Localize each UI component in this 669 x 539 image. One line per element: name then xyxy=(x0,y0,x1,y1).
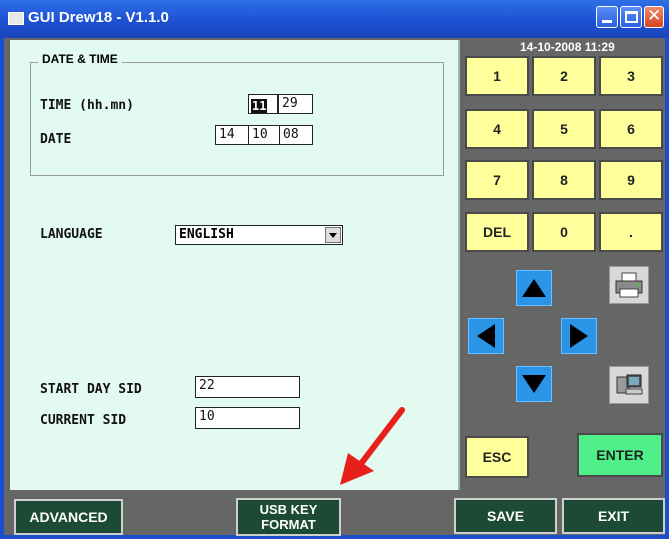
arrow-down-icon xyxy=(522,375,546,393)
key-1[interactable]: 1 xyxy=(465,56,529,96)
date-label: DATE xyxy=(40,132,72,147)
language-select[interactable]: ENGLISH xyxy=(175,225,343,245)
key-3[interactable]: 3 xyxy=(599,56,663,96)
key-del[interactable]: DEL xyxy=(465,212,529,252)
date-time-group-label: DATE & TIME xyxy=(38,52,122,66)
key-7[interactable]: 7 xyxy=(465,160,529,200)
computer-icon xyxy=(616,374,643,395)
key-5[interactable]: 5 xyxy=(532,109,596,149)
time-minutes-field[interactable]: 29 xyxy=(278,94,313,114)
date-month-field[interactable]: 10 xyxy=(248,125,280,145)
date-day-field[interactable]: 14 xyxy=(215,125,249,145)
arrow-down-button[interactable] xyxy=(516,366,552,402)
key-0[interactable]: 0 xyxy=(532,212,596,252)
close-icon: ✕ xyxy=(647,6,662,26)
key-8[interactable]: 8 xyxy=(532,160,596,200)
key-6[interactable]: 6 xyxy=(599,109,663,149)
start-day-sid-label: START DAY SID xyxy=(40,382,142,397)
usb-key-format-button[interactable]: USB KEY FORMAT xyxy=(236,498,341,536)
language-value: ENGLISH xyxy=(179,227,234,242)
arrow-up-button[interactable] xyxy=(516,270,552,306)
date-year-field[interactable]: 08 xyxy=(279,125,313,145)
save-button[interactable]: SAVE xyxy=(454,498,557,534)
app-icon xyxy=(8,12,24,25)
esc-button[interactable]: ESC xyxy=(465,436,529,478)
annotation-arrow-icon xyxy=(340,407,405,485)
time-hours-field[interactable]: 11 xyxy=(248,94,278,114)
key-4[interactable]: 4 xyxy=(465,109,529,149)
language-label: LANGUAGE xyxy=(40,227,103,242)
minimize-icon xyxy=(602,20,612,23)
minimize-button[interactable] xyxy=(596,6,618,28)
key-dot[interactable]: . xyxy=(599,212,663,252)
key-9[interactable]: 9 xyxy=(599,160,663,200)
maximize-icon xyxy=(625,11,638,23)
arrow-right-button[interactable] xyxy=(561,318,597,354)
arrow-right-icon xyxy=(570,324,588,348)
printer-icon xyxy=(615,272,643,298)
current-sid-field[interactable]: 10 xyxy=(195,407,300,429)
arrow-up-icon xyxy=(522,279,546,297)
arrow-left-button[interactable] xyxy=(468,318,504,354)
advanced-button[interactable]: ADVANCED xyxy=(14,499,123,535)
chevron-down-icon[interactable] xyxy=(325,227,341,243)
enter-button[interactable]: ENTER xyxy=(577,433,663,477)
time-hours-value: 11 xyxy=(251,99,268,113)
current-sid-label: CURRENT SID xyxy=(40,413,127,428)
time-label: TIME (hh.mn) xyxy=(40,98,134,113)
close-button[interactable]: ✕ xyxy=(644,6,664,28)
window-title: GUI Drew18 - V1.1.0 xyxy=(28,9,169,26)
arrow-left-icon xyxy=(477,324,495,348)
date-time-group xyxy=(30,62,444,176)
usb-key-format-line-2: FORMAT xyxy=(261,517,316,532)
exit-button[interactable]: EXIT xyxy=(562,498,665,534)
key-2[interactable]: 2 xyxy=(532,56,596,96)
print-button[interactable] xyxy=(609,266,649,304)
computer-button[interactable] xyxy=(609,366,649,404)
usb-key-format-line-1: USB KEY xyxy=(259,502,318,517)
start-day-sid-field[interactable]: 22 xyxy=(195,376,300,398)
maximize-button[interactable] xyxy=(620,6,642,28)
clock-display: 14-10-2008 11:29 xyxy=(520,40,615,54)
